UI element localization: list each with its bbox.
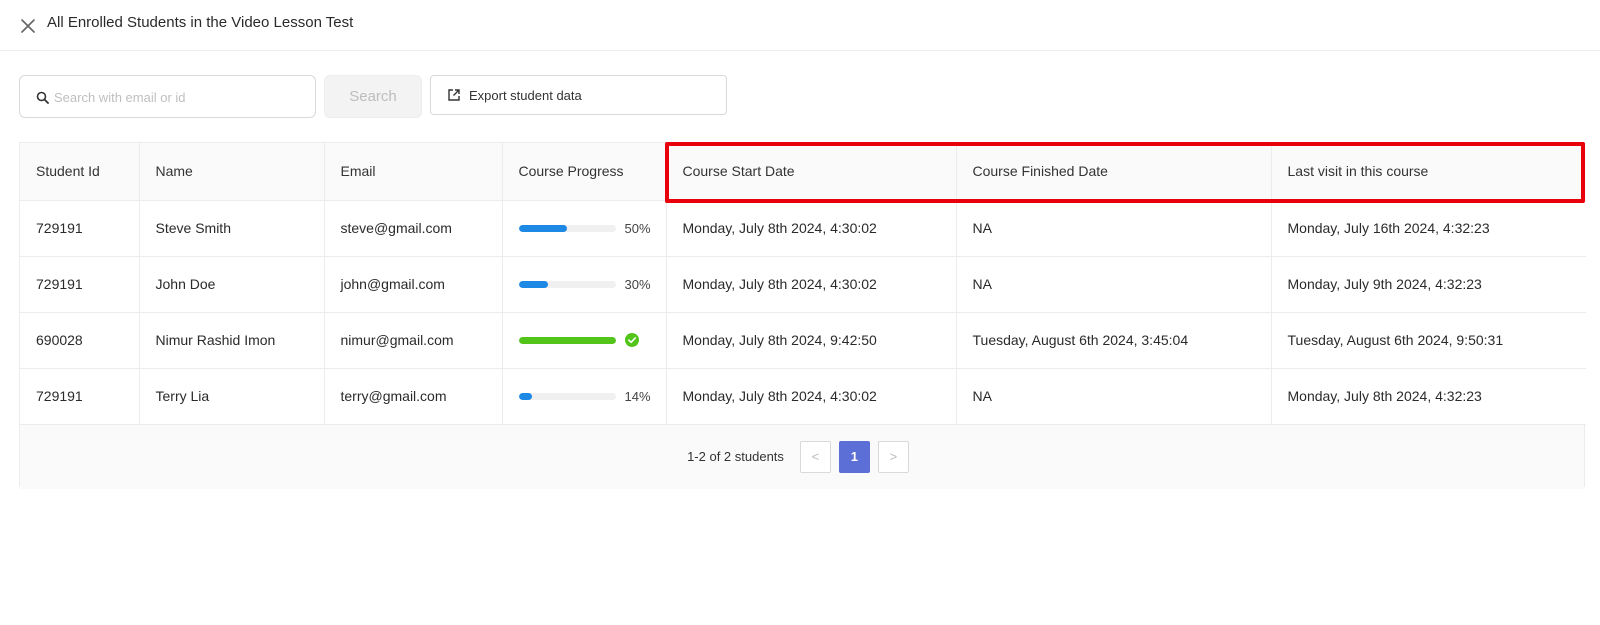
table-row: 729191 Steve Smith steve@gmail.com 50% M… <box>20 200 1586 257</box>
cell-last-visit: Tuesday, August 6th 2024, 9:50:31 <box>1271 312 1586 369</box>
cell-progress <box>502 312 667 369</box>
search-field[interactable] <box>19 75 316 118</box>
progress-bar <box>518 336 616 344</box>
cell-student-id: 690028 <box>20 312 140 369</box>
search-icon <box>36 91 49 104</box>
progress-bar <box>518 224 616 232</box>
cell-name: Steve Smith <box>139 200 325 257</box>
cell-progress: 30% <box>502 256 667 313</box>
column-header-course-progress[interactable]: Course Progress <box>502 143 667 201</box>
table-row: 729191 John Doe john@gmail.com 30% Monda… <box>20 256 1586 313</box>
column-header-name[interactable]: Name <box>139 143 325 201</box>
progress-fill <box>518 224 567 232</box>
cell-email: steve@gmail.com <box>324 200 503 257</box>
cell-start-date: Monday, July 8th 2024, 9:42:50 <box>666 312 957 369</box>
progress-fill <box>518 336 616 344</box>
cell-last-visit: Monday, July 8th 2024, 4:32:23 <box>1271 368 1586 425</box>
students-table: Student Id Name Email Course Progress Co… <box>19 142 1586 489</box>
check-circle-icon <box>624 333 639 347</box>
cell-progress: 50% <box>502 200 667 257</box>
cell-finished-date: Tuesday, August 6th 2024, 3:45:04 <box>956 312 1272 369</box>
pagination: 1-2 of 2 students < 1 > <box>20 424 1584 489</box>
cell-finished-date: NA <box>956 200 1272 257</box>
header-bar: All Enrolled Students in the Video Lesso… <box>0 0 1600 51</box>
close-icon[interactable] <box>19 17 37 35</box>
page-1-button[interactable]: 1 <box>838 440 870 473</box>
cell-email: nimur@gmail.com <box>324 312 503 369</box>
progress-bar <box>518 392 616 400</box>
cell-last-visit: Monday, July 9th 2024, 4:32:23 <box>1271 256 1586 313</box>
export-button-label: Export student data <box>469 87 582 103</box>
search-input[interactable] <box>54 86 304 108</box>
cell-student-id: 729191 <box>20 368 140 425</box>
external-link-icon <box>448 89 460 101</box>
progress-percent: 14% <box>624 388 651 404</box>
column-header-course-finished-date[interactable]: Course Finished Date <box>956 143 1272 201</box>
page-title: All Enrolled Students in the Video Lesso… <box>47 14 354 31</box>
cell-finished-date: NA <box>956 368 1272 425</box>
cell-email: terry@gmail.com <box>324 368 503 425</box>
cell-name: John Doe <box>139 256 325 313</box>
cell-start-date: Monday, July 8th 2024, 4:30:02 <box>666 200 957 257</box>
export-student-data-button[interactable]: Export student data <box>430 75 727 115</box>
cell-progress: 14% <box>502 368 667 425</box>
cell-start-date: Monday, July 8th 2024, 4:30:02 <box>666 368 957 425</box>
next-page-button[interactable]: > <box>877 440 909 473</box>
pagination-summary: 1-2 of 2 students <box>687 449 784 464</box>
cell-start-date: Monday, July 8th 2024, 4:30:02 <box>666 256 957 313</box>
progress-bar <box>518 280 616 288</box>
progress-fill <box>518 280 548 288</box>
table-row: 729191 Terry Lia terry@gmail.com 14% Mon… <box>20 368 1586 425</box>
cell-name: Terry Lia <box>139 368 325 425</box>
progress-fill <box>518 392 533 400</box>
table-header-row: Student Id Name Email Course Progress Co… <box>20 143 1586 201</box>
progress-percent: 30% <box>624 276 651 292</box>
cell-finished-date: NA <box>956 256 1272 313</box>
table-row: 690028 Nimur Rashid Imon nimur@gmail.com… <box>20 312 1586 369</box>
cell-last-visit: Monday, July 16th 2024, 4:32:23 <box>1271 200 1586 257</box>
column-header-course-start-date[interactable]: Course Start Date <box>666 143 957 201</box>
search-button[interactable]: Search <box>324 75 422 118</box>
progress-percent: 50% <box>624 220 651 236</box>
cell-name: Nimur Rashid Imon <box>139 312 325 369</box>
column-header-last-visit[interactable]: Last visit in this course <box>1271 143 1586 201</box>
prev-page-button[interactable]: < <box>799 440 831 473</box>
column-header-student-id[interactable]: Student Id <box>20 143 140 201</box>
cell-student-id: 729191 <box>20 256 140 313</box>
cell-email: john@gmail.com <box>324 256 503 313</box>
cell-student-id: 729191 <box>20 200 140 257</box>
column-header-email[interactable]: Email <box>324 143 503 201</box>
